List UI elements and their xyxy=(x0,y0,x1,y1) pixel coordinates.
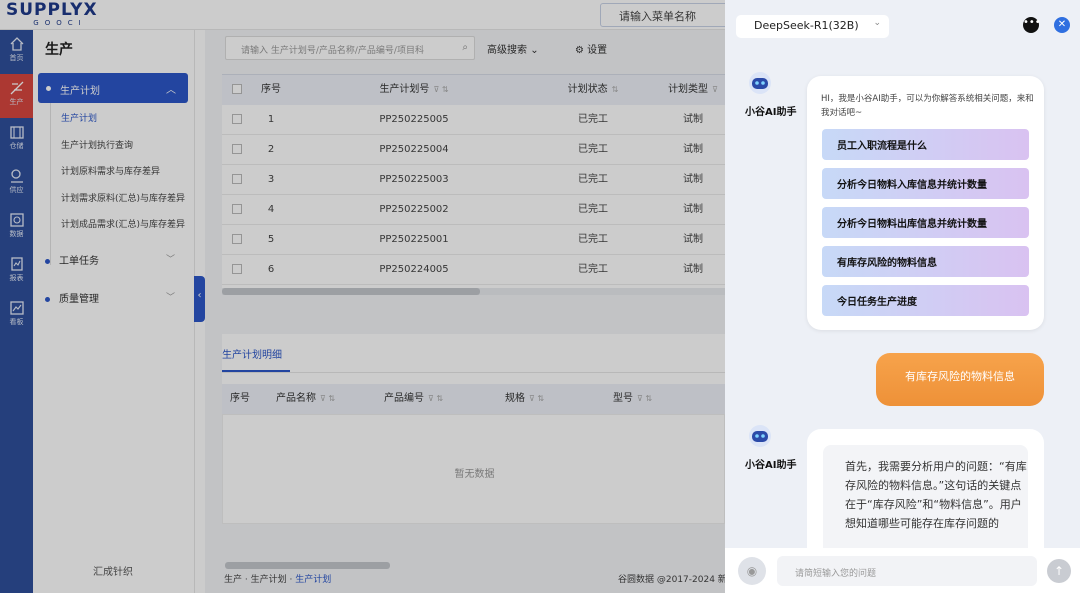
robot-avatar-icon xyxy=(749,72,771,94)
ellipsis-icon: ••• xyxy=(1023,17,1041,28)
ai-assistant-panel: DeepSeek-R1(32B) ⌄ ••• ✕ 小谷AI助手 HI，我是小谷A… xyxy=(725,0,1080,593)
chat-input-bar: ◉ 请简短输入您的问题 ↑ xyxy=(725,548,1080,593)
send-button[interactable]: ↑ xyxy=(1047,559,1071,583)
suggestion-button[interactable]: 分析今日物料入库信息并统计数量 xyxy=(822,168,1029,199)
more-options-button[interactable]: ••• xyxy=(1023,17,1041,33)
bot-name: 小谷AI助手 xyxy=(745,460,797,471)
bot-message-greeting: HI，我是小谷AI助手，可以为你解答系统相关问题，来和我对话吧~ 员工入职流程是… xyxy=(807,76,1044,330)
modal-backdrop[interactable] xyxy=(0,0,725,593)
chat-input[interactable]: 请简短输入您的问题 xyxy=(777,556,1037,586)
chevron-down-icon: ⌄ xyxy=(873,18,881,28)
arrow-up-icon: ↑ xyxy=(1053,564,1065,578)
model-select[interactable]: DeepSeek-R1(32B) ⌄ xyxy=(736,15,889,38)
suggestion-button[interactable]: 有库存风险的物料信息 xyxy=(822,246,1029,277)
close-button[interactable]: ✕ xyxy=(1054,17,1070,33)
bot-reply-text: 首先，我需要分析用户的问题：“有库存风险的物料信息。”这句话的关键点在于“库存风… xyxy=(823,445,1028,559)
app-root: SUPPLYX GOOCI 请输入菜单名称 首页 生产 仓储 供应 数据 报表 xyxy=(0,0,1080,593)
bot-name: 小谷AI助手 xyxy=(745,107,797,118)
model-select-value: DeepSeek-R1(32B) xyxy=(754,19,859,32)
suggestion-button[interactable]: 分析今日物料出库信息并统计数量 xyxy=(822,207,1029,238)
voice-input-button[interactable]: ◉ xyxy=(738,557,766,585)
greeting-text: HI，我是小谷AI助手，可以为你解答系统相关问题，来和我对话吧~ xyxy=(821,94,1034,118)
sound-wave-icon: ◉ xyxy=(746,564,758,578)
close-icon: ✕ xyxy=(1057,19,1067,30)
user-message: 有库存风险的物料信息 xyxy=(876,353,1044,406)
suggestion-button[interactable]: 员工入职流程是什么 xyxy=(822,129,1029,160)
suggestion-button[interactable]: 今日任务生产进度 xyxy=(822,285,1029,316)
bot-message-reply: 首先，我需要分析用户的问题：“有库存风险的物料信息。”这句话的关键点在于“库存风… xyxy=(807,429,1044,559)
robot-avatar-icon xyxy=(749,425,771,447)
